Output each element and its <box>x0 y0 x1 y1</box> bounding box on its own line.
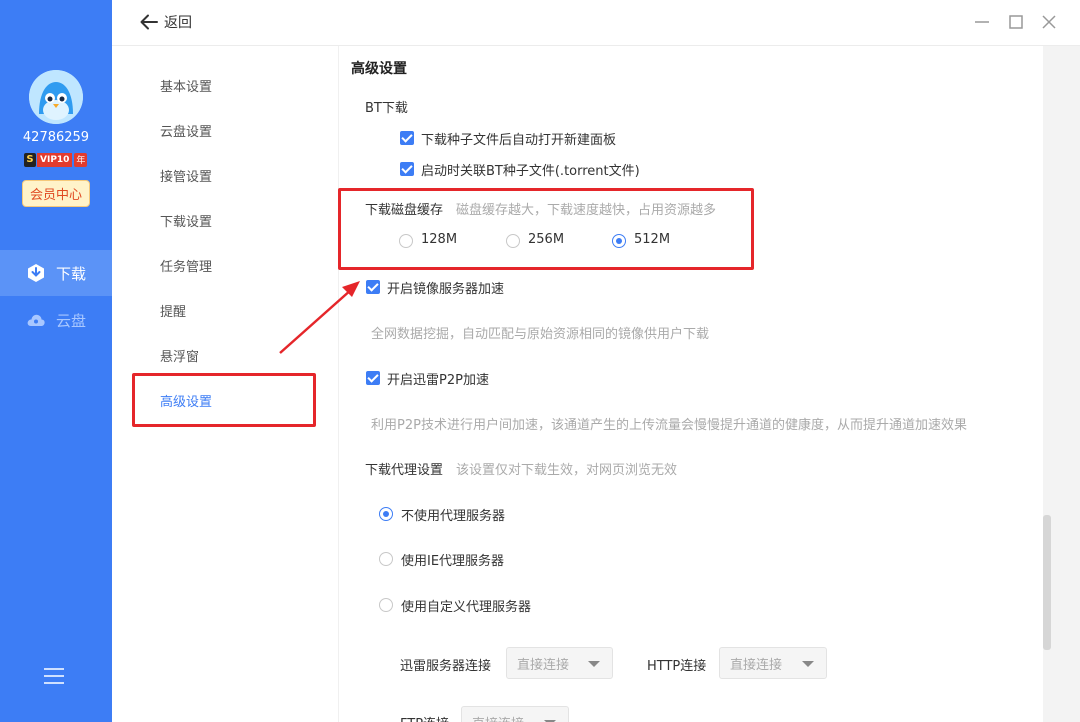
vip-mark: S <box>24 152 36 167</box>
settings-nav-takeover[interactable]: 接管设置 <box>160 166 212 185</box>
back-button[interactable]: 返回 <box>140 12 192 32</box>
http-conn-value: 直接连接 <box>730 657 783 673</box>
xunlei-conn-select[interactable]: 直接连接 <box>506 647 613 679</box>
settings-nav-floating-window[interactable]: 悬浮窗 <box>160 346 199 365</box>
proxy-radio-custom[interactable] <box>379 598 393 612</box>
settings-nav: 基本设置 云盘设置 接管设置 下载设置 任务管理 提醒 悬浮窗 高级设置 <box>112 46 338 722</box>
settings-nav-tasks[interactable]: 任务管理 <box>160 256 212 275</box>
download-icon <box>28 264 44 282</box>
vip-suffix: 年 <box>74 152 88 167</box>
bird-avatar-icon <box>29 70 83 124</box>
proxy-label: 下载代理设置 <box>365 463 444 478</box>
xunlei-conn-label: 迅雷服务器连接 <box>400 659 492 674</box>
xunlei-conn-value: 直接连接 <box>517 657 570 673</box>
bt-auto-open-checkbox[interactable] <box>400 131 414 145</box>
title-bar: 返回 <box>112 0 1080 46</box>
back-label: 返回 <box>164 15 192 31</box>
ftp-conn-select[interactable]: 直接连接 <box>461 706 569 722</box>
settings-nav-basic[interactable]: 基本设置 <box>160 76 212 95</box>
cloud-icon <box>27 314 45 326</box>
vip-level: VIP10 <box>37 152 73 167</box>
p2p-accel-hint: 利用P2P技术进行用户间加速，该通道产生的上传流量会慢慢提升通道的健康度，从而提… <box>371 418 967 433</box>
chevron-down-icon <box>588 661 600 667</box>
settings-nav-reminder[interactable]: 提醒 <box>160 301 186 320</box>
close-icon[interactable] <box>1041 14 1057 30</box>
settings-window: 返回 基本设置 云盘设置 接管设置 下载设置 任务管理 提醒 悬浮窗 高级设置 … <box>112 0 1080 722</box>
minimize-icon[interactable] <box>974 14 990 30</box>
section-title: 高级设置 <box>351 61 407 77</box>
annotation-box-cache <box>338 188 754 270</box>
settings-nav-download[interactable]: 下载设置 <box>160 211 212 230</box>
avatar[interactable] <box>29 70 83 124</box>
user-id: 42786259 <box>22 130 90 145</box>
proxy-hint: 该设置仅对下载生效，对网页浏览无效 <box>456 463 678 478</box>
bt-associate-label: 启动时关联BT种子文件(.torrent文件) <box>421 164 640 179</box>
sidebar-item-cloud[interactable]: 云盘 <box>0 297 112 343</box>
http-conn-select[interactable]: 直接连接 <box>719 647 827 679</box>
scrollbar-thumb[interactable] <box>1043 515 1051 650</box>
sidebar-item-label: 下载 <box>56 264 87 283</box>
member-center-button[interactable]: 会员中心 <box>22 180 90 207</box>
p2p-accel-checkbox[interactable] <box>366 371 380 385</box>
sidebar-item-label: 云盘 <box>56 311 87 330</box>
proxy-option-ie: 使用IE代理服务器 <box>401 554 505 569</box>
maximize-icon[interactable] <box>1008 14 1024 30</box>
p2p-accel-label: 开启迅雷P2P加速 <box>387 373 489 388</box>
annotation-box-advanced <box>132 373 316 427</box>
proxy-option-custom: 使用自定义代理服务器 <box>401 600 532 615</box>
arrow-left-icon <box>140 14 158 30</box>
vip-badge: S VIP10 年 <box>24 152 88 167</box>
bt-associate-checkbox[interactable] <box>400 162 414 176</box>
mirror-accel-checkbox[interactable] <box>366 280 380 294</box>
bt-auto-open-label: 下载种子文件后自动打开新建面板 <box>421 133 617 148</box>
proxy-option-none: 不使用代理服务器 <box>401 509 506 524</box>
menu-icon[interactable] <box>44 667 64 685</box>
settings-nav-cloud[interactable]: 云盘设置 <box>160 121 212 140</box>
ftp-conn-label: FTP连接 <box>400 713 449 722</box>
mirror-accel-hint: 全网数据挖掘，自动匹配与原始资源相同的镜像供用户下载 <box>371 327 710 342</box>
sidebar-item-download[interactable]: 下载 <box>0 250 112 296</box>
chevron-down-icon <box>802 661 814 667</box>
proxy-radio-ie[interactable] <box>379 552 393 566</box>
ftp-conn-value: 直接连接 <box>472 713 524 722</box>
annotation-arrow-icon <box>279 281 360 354</box>
bt-heading: BT下载 <box>365 101 408 116</box>
mirror-accel-label: 开启镜像服务器加速 <box>387 282 505 297</box>
proxy-radio-none[interactable] <box>379 507 393 521</box>
app-sidebar: 42786259 S VIP10 年 会员中心 下载 云盘 <box>0 0 112 722</box>
http-conn-label: HTTP连接 <box>647 659 707 674</box>
